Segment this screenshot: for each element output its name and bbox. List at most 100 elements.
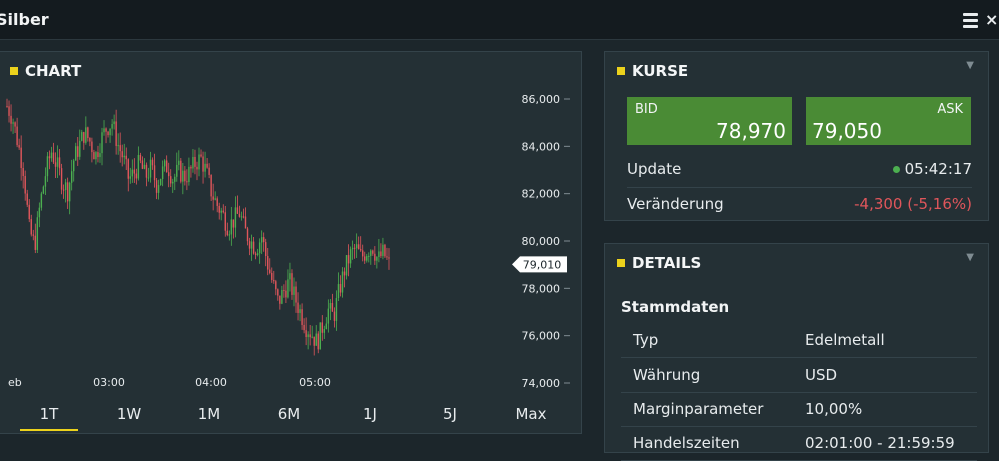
candle-body (66, 182, 69, 202)
candle-body (362, 250, 364, 257)
candle-body (388, 257, 390, 259)
collapse-icon[interactable]: ▼ (966, 60, 974, 71)
details-key: Typ (633, 331, 659, 349)
candle-body (77, 146, 79, 157)
details-key: Handelszeiten (633, 434, 740, 452)
candle-body (351, 247, 354, 250)
candle-body (58, 157, 61, 169)
candle-body (267, 256, 269, 270)
candle-body (22, 168, 24, 177)
details-title: DETAILS (632, 254, 702, 272)
candle-body (343, 271, 346, 276)
candle-body (262, 237, 265, 243)
ask-box[interactable]: ASK 79,050 (806, 97, 971, 145)
details-value: Edelmetall (805, 331, 885, 349)
candle-body (70, 171, 73, 183)
candle-body (285, 290, 287, 298)
candle-body (218, 205, 220, 213)
candle-body (54, 162, 57, 167)
candle-body (107, 131, 109, 136)
candle-body (125, 155, 127, 160)
candle-body (271, 272, 273, 280)
bid-value: 78,970 (716, 119, 786, 143)
candle-body (119, 145, 121, 152)
candle-body (182, 170, 184, 182)
bid-label: BID (635, 102, 658, 117)
candle-body (331, 302, 334, 312)
details-row: Typ Edelmetall (621, 323, 977, 358)
details-row: Marginparameter 10,00% (621, 392, 977, 427)
candle-body (380, 251, 382, 257)
candle-body (151, 159, 154, 166)
candle-body (50, 152, 53, 159)
candle-body (111, 124, 113, 129)
candle-body (240, 216, 243, 218)
price-chart[interactable]: 86,000 84,000 82,000 80,000 78,000 76,000 74,0… (0, 52, 583, 402)
candle-body (347, 255, 350, 264)
tab-range-1t[interactable]: 1T (20, 405, 78, 431)
candle-body (273, 279, 275, 282)
candle-body (200, 154, 202, 157)
tab-range-6m[interactable]: 6M (264, 405, 314, 423)
candle-body (277, 289, 279, 296)
candle-body (210, 174, 212, 197)
candle-body (382, 244, 384, 257)
collapse-icon[interactable]: ▼ (966, 252, 974, 263)
candle-body (275, 281, 277, 290)
candle-body (188, 166, 190, 183)
candle-body (123, 155, 125, 158)
candle-body (36, 217, 39, 250)
candle-body (192, 156, 194, 169)
candle-body (226, 230, 229, 235)
candle-body (109, 128, 111, 136)
candle-body (97, 152, 99, 158)
candle-body (172, 181, 174, 184)
candle-body (38, 207, 41, 218)
tab-range-5j[interactable]: 5J (425, 405, 475, 423)
candle-body (254, 253, 257, 256)
candle-body (202, 156, 204, 172)
window-titlebar: Silber × (0, 0, 999, 40)
candle-body (335, 298, 338, 321)
tab-range-1j[interactable]: 1J (345, 405, 395, 423)
candle-body (89, 137, 91, 142)
y-tick-label: 78,000 (522, 282, 561, 295)
candle-body (103, 128, 105, 133)
candle-body (311, 336, 313, 338)
details-value: USD (805, 366, 838, 384)
tab-range-max[interactable]: Max (506, 405, 556, 423)
candle-body (250, 241, 253, 249)
candle-body (216, 198, 218, 206)
candle-body (28, 204, 30, 220)
candle-body (117, 145, 119, 147)
ask-value: 79,050 (812, 119, 882, 143)
quotes-panel-title: KURSE (617, 62, 688, 80)
candle-body (167, 172, 170, 177)
candle-body (133, 169, 136, 174)
candle-body (289, 273, 291, 280)
candle-body (24, 176, 26, 194)
candle-body (252, 241, 255, 254)
candle-body (99, 153, 101, 158)
candle-body (40, 193, 43, 208)
candle-body (194, 156, 196, 167)
candle-body (178, 160, 180, 165)
quotes-panel: KURSE ▼ BID 78,970 ASK 79,050 Update 05:… (604, 51, 989, 221)
tab-range-1w[interactable]: 1W (104, 405, 154, 423)
candle-body (26, 193, 28, 205)
hamburger-icon[interactable] (963, 13, 978, 28)
update-label: Update (627, 160, 682, 178)
close-icon[interactable]: × (985, 10, 998, 29)
tab-range-1m[interactable]: 1M (184, 405, 234, 423)
candle-body (153, 165, 156, 181)
candle-body (141, 160, 144, 169)
bid-box[interactable]: BID 78,970 (627, 97, 792, 145)
candle-body (93, 152, 95, 160)
current-price-label: 79,010 (523, 258, 562, 271)
candle-body (315, 333, 317, 346)
details-key: Währung (633, 366, 701, 384)
candle-body (376, 257, 378, 261)
candle-body (101, 132, 103, 154)
candle-body (224, 212, 226, 231)
candle-body (16, 126, 18, 146)
